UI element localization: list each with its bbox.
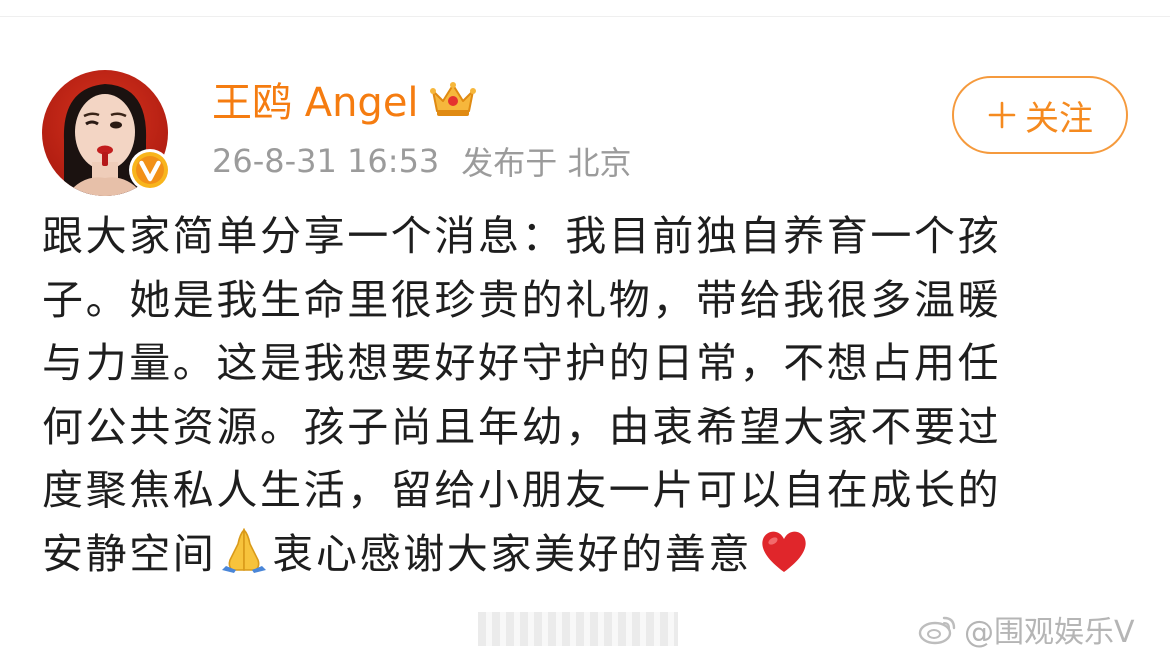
post-text-segment: 衷心感谢大家美好的善意 [272, 529, 753, 578]
plus-icon [988, 101, 1016, 129]
post-line-last: 安静空间 衷心感谢大家美好的善意 [42, 523, 1132, 587]
post-line: 子。她是我生命里很珍贵的礼物，带给我很多温暖 [42, 275, 1002, 324]
username[interactable]: 王鸥 Angel [212, 70, 419, 128]
divider [0, 16, 1170, 17]
watermark-text: @围观娱乐V [964, 615, 1135, 650]
post-meta: 26-8-31 16:53 发布于 北京 [212, 138, 631, 184]
post-line: 度聚焦私人生活，留给小朋友一片可以自在成长的 [42, 466, 1002, 514]
post-location: 发布于 北京 [461, 144, 632, 182]
post-line: 何公共资源。孩子尚且年幼，由衷希望大家不要过 [42, 402, 1002, 451]
verified-badge-icon [128, 148, 172, 192]
weibo-logo-icon [918, 616, 956, 645]
user-header: 王鸥 Angel [212, 70, 477, 128]
watermark: @围观娱乐V [918, 606, 1135, 652]
folded-hands-icon [222, 527, 267, 573]
follow-button[interactable]: 关注 [952, 76, 1128, 154]
weibo-post-card: 王鸥 Angel 26-8-31 16:53 发布于 北京 关注 跟大家简单分享… [0, 0, 1170, 656]
red-heart-icon [762, 531, 806, 572]
post-text: 跟大家简单分享一个消息：我目前独自养育一个孩 子。她是我生命里很珍贵的礼物，带给… [42, 205, 1132, 586]
post-timestamp: 26-8-31 16:53 [212, 142, 440, 180]
post-line: 与力量。这是我想要好好守护的日常，不想占用任 [42, 339, 1002, 387]
redacted-text [478, 612, 678, 646]
post-text-segment: 安静空间 [42, 529, 217, 578]
post-line: 跟大家简单分享一个消息：我目前独自养育一个孩 [42, 212, 1002, 260]
follow-button-label: 关注 [1025, 98, 1093, 139]
crown-icon [429, 82, 476, 116]
